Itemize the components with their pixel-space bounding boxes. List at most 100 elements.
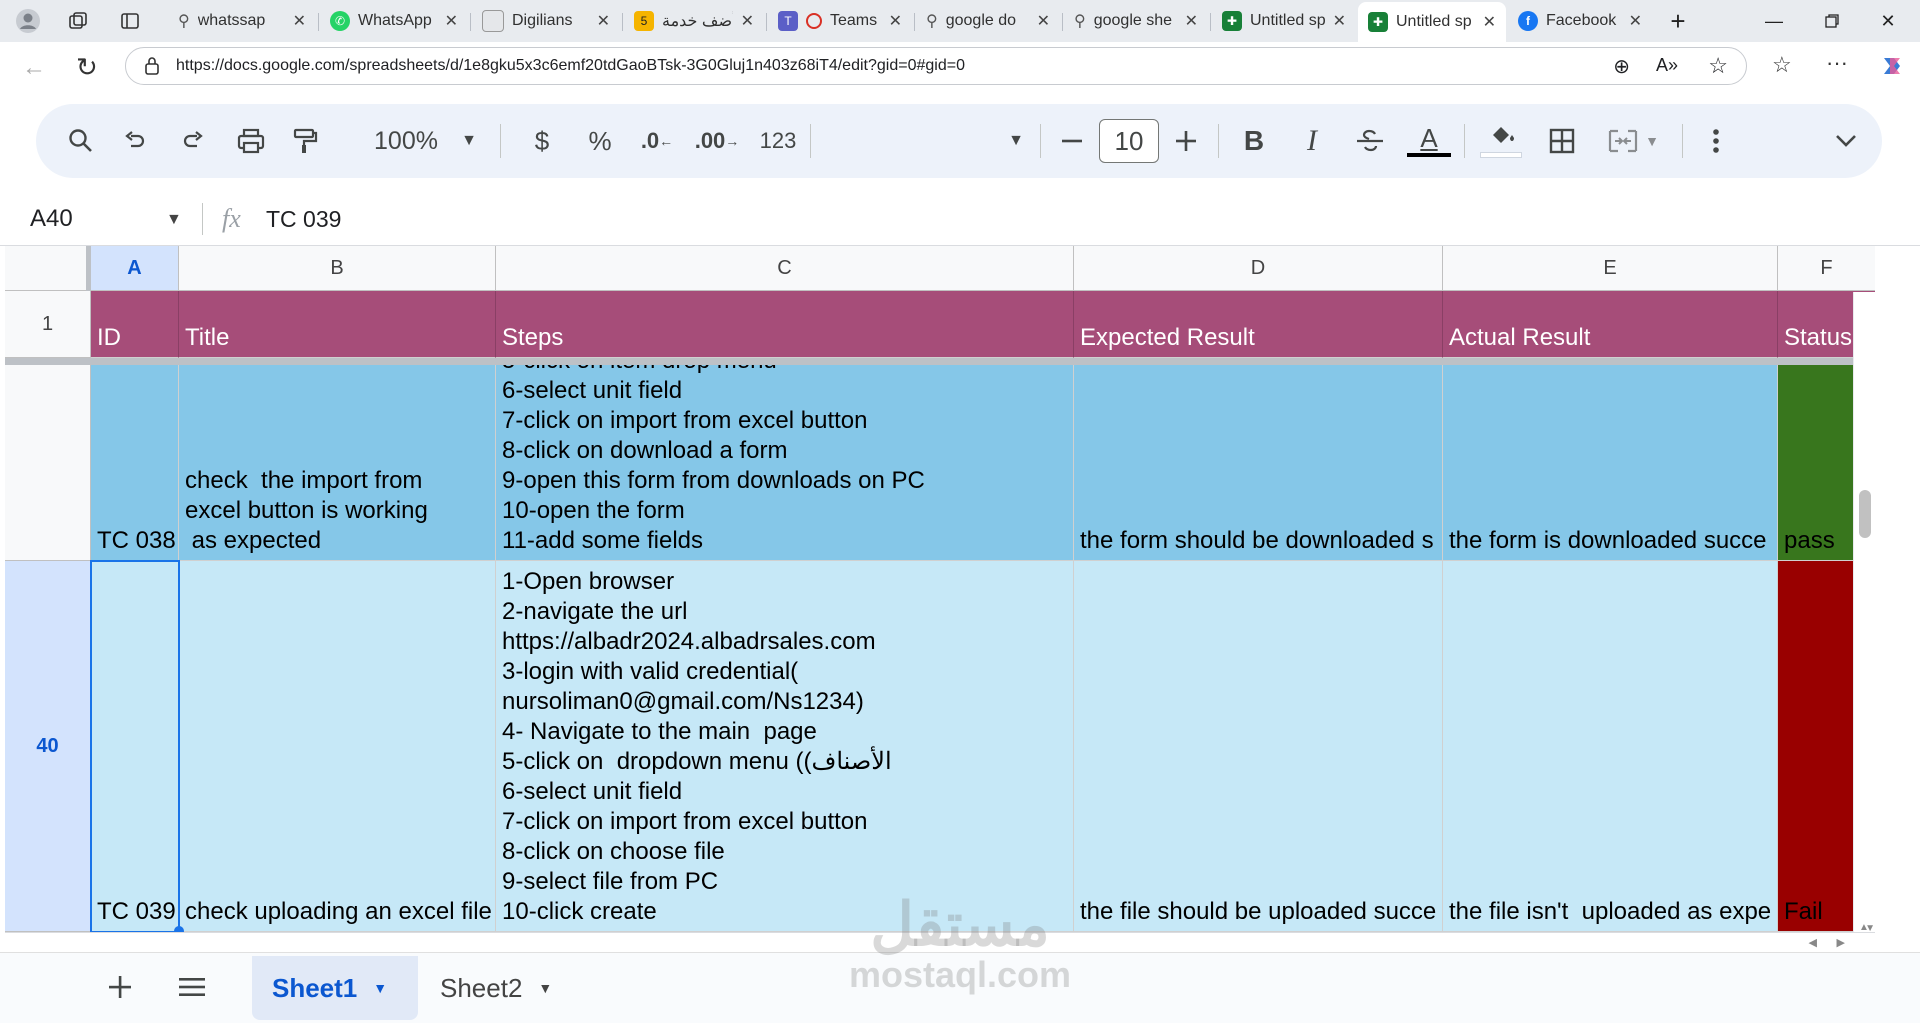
cell-a39[interactable]: TC 038	[91, 365, 179, 561]
currency-format-button[interactable]: $	[520, 104, 564, 178]
profile-icon[interactable]	[8, 6, 48, 36]
font-size-field[interactable]: 10	[1098, 104, 1160, 178]
header-cell-id[interactable]: ID	[91, 291, 179, 358]
vertical-scrollbar[interactable]: ▲	[1853, 292, 1875, 932]
tab-actions-icon[interactable]	[110, 6, 150, 36]
column-header-b[interactable]: B	[179, 246, 496, 291]
zoom-icon[interactable]: ⊕	[1613, 54, 1630, 79]
increase-font-size-button[interactable]	[1164, 104, 1208, 178]
url-field[interactable]: https://docs.google.com/spreadsheets/d/1…	[125, 47, 1747, 85]
favorites-icon[interactable]: ☆	[1772, 52, 1792, 78]
minimize-icon[interactable]: —	[1754, 6, 1794, 36]
horizontal-scrollbar[interactable]: ◀ ▶ ▼	[5, 923, 1875, 953]
scroll-left-icon[interactable]: ◀	[1809, 936, 1817, 949]
row-header-40[interactable]: 40	[5, 561, 91, 932]
strikethrough-button[interactable]	[1348, 104, 1392, 178]
redo-icon[interactable]	[170, 104, 216, 178]
undo-icon[interactable]	[112, 104, 158, 178]
browser-tab[interactable]: ✆ WhatsApp ✕	[320, 4, 468, 38]
close-icon[interactable]: ✕	[1483, 12, 1496, 32]
add-sheet-icon[interactable]	[100, 967, 140, 1007]
cell-a40[interactable]: TC 039	[91, 561, 179, 932]
cell-c39[interactable]: 5-click on item drop menu 6-select unit …	[496, 365, 1074, 561]
close-icon[interactable]: ✕	[1333, 11, 1346, 31]
all-sheets-icon[interactable]	[172, 967, 212, 1007]
header-cell-actual[interactable]: Actual Result	[1443, 291, 1778, 358]
column-header-c[interactable]: C	[496, 246, 1074, 291]
cell-b40[interactable]: check uploading an excel file	[179, 561, 496, 932]
browser-tab[interactable]: ✚ Untitled sp ✕	[1212, 4, 1356, 38]
row-header-39[interactable]	[5, 365, 91, 561]
close-icon[interactable]: ✕	[597, 11, 610, 31]
copilot-icon[interactable]	[1878, 52, 1906, 80]
number-format-button[interactable]: 123	[748, 104, 808, 178]
print-icon[interactable]	[226, 104, 276, 178]
name-box[interactable]: A40	[30, 193, 150, 245]
fill-color-button[interactable]	[1476, 104, 1526, 178]
column-header-e[interactable]: E	[1443, 246, 1778, 291]
header-cell-expected[interactable]: Expected Result	[1074, 291, 1443, 358]
increase-decimal-button[interactable]: .00 →	[690, 104, 744, 178]
borders-button[interactable]	[1540, 104, 1584, 178]
header-cell-title[interactable]: Title	[179, 291, 496, 358]
bold-button[interactable]: B	[1232, 104, 1276, 178]
close-icon[interactable]: ✕	[889, 11, 902, 31]
close-icon[interactable]: ✕	[1629, 11, 1642, 31]
close-icon[interactable]: ✕	[741, 11, 754, 31]
freeze-divider[interactable]	[5, 358, 1875, 365]
browser-tab[interactable]: Digilians ✕	[472, 4, 620, 38]
refresh-icon[interactable]: ↻	[76, 52, 98, 83]
chevron-down-icon[interactable]: ▼	[454, 104, 484, 178]
browser-tab-active[interactable]: ✚ Untitled sp ✕	[1358, 2, 1506, 42]
column-header-f[interactable]: F	[1778, 246, 1875, 291]
browser-tab[interactable]: T Teams ✕	[768, 4, 912, 38]
read-aloud-icon[interactable]: A»	[1656, 55, 1678, 76]
cell-e39[interactable]: the form is downloaded succe	[1443, 365, 1778, 561]
browser-tab[interactable]: ⚲ google she ✕	[1064, 4, 1208, 38]
close-icon[interactable]: ✕	[293, 11, 306, 31]
row-header-1[interactable]: 1	[5, 291, 91, 358]
scrollbar-thumb[interactable]	[1859, 490, 1871, 538]
chevron-down-icon[interactable]: ▼	[166, 211, 182, 229]
restore-icon[interactable]	[1812, 6, 1852, 36]
workspaces-icon[interactable]	[58, 6, 98, 36]
browser-tab[interactable]: ⚲ google do ✕	[916, 4, 1060, 38]
text-color-button[interactable]: A	[1404, 104, 1454, 178]
select-all-corner[interactable]	[5, 246, 91, 291]
sheet-tab-sheet2[interactable]: Sheet2 ▼	[420, 956, 580, 1020]
close-window-icon[interactable]: ✕	[1868, 6, 1908, 36]
favorite-star-icon[interactable]: ☆	[1708, 53, 1728, 79]
search-menus-icon[interactable]	[58, 104, 104, 178]
browser-tab[interactable]: ⚲ whatssap ✕	[168, 4, 316, 38]
cell-c40[interactable]: 1-Open browser 2-navigate the url https:…	[496, 561, 1074, 932]
chevron-down-icon[interactable]: ▼	[373, 980, 387, 996]
paint-format-icon[interactable]	[282, 104, 328, 178]
zoom-select[interactable]: 100%	[356, 104, 456, 178]
chevron-down-icon[interactable]: ▼	[538, 980, 552, 996]
decrease-decimal-button[interactable]: .0 ←	[632, 104, 682, 178]
browser-tab[interactable]: f Facebook ✕	[1508, 4, 1652, 38]
cell-d40[interactable]: the file should be uploaded succe	[1074, 561, 1443, 932]
close-icon[interactable]: ✕	[1185, 11, 1198, 31]
cell-d39[interactable]: the form should be downloaded s	[1074, 365, 1443, 561]
decrease-font-size-button[interactable]	[1050, 104, 1094, 178]
sheet-tab-sheet1[interactable]: Sheet1 ▼	[252, 956, 418, 1020]
close-icon[interactable]: ✕	[1037, 11, 1050, 31]
column-header-d[interactable]: D	[1074, 246, 1443, 291]
font-family-select[interactable]: ▼	[824, 104, 1024, 178]
header-cell-steps[interactable]: Steps	[496, 291, 1074, 358]
merge-cells-button[interactable]: ▼	[1596, 104, 1670, 178]
cell-b39[interactable]: check the import from excel button is wo…	[179, 365, 496, 561]
scroll-down-icon[interactable]: ▼	[1865, 923, 1875, 934]
new-tab-icon[interactable]: +	[1658, 6, 1698, 36]
scroll-right-icon[interactable]: ▶	[1837, 936, 1845, 949]
cell-e40[interactable]: the file isn't uploaded as expe	[1443, 561, 1778, 932]
italic-button[interactable]: I	[1290, 104, 1334, 178]
close-icon[interactable]: ✕	[445, 11, 458, 31]
percent-format-button[interactable]: %	[578, 104, 622, 178]
formula-input[interactable]: TC 039	[266, 193, 1866, 245]
browser-tab[interactable]: 5 أضف خدمة ✕	[624, 4, 764, 38]
column-header-a[interactable]: A	[91, 246, 179, 291]
collapse-toolbar-icon[interactable]	[1826, 104, 1866, 178]
back-icon[interactable]: ←	[22, 54, 46, 82]
